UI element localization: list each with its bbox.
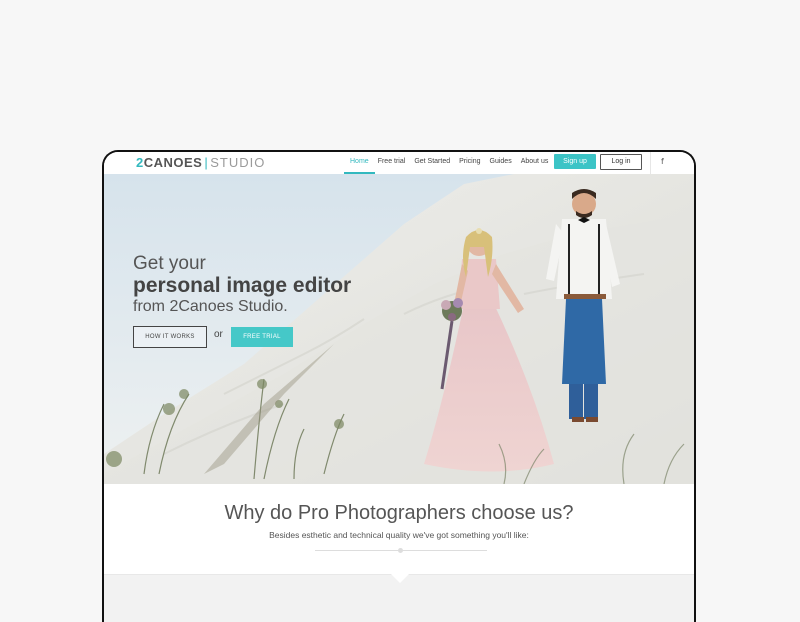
hero-line-3: from 2Canoes Studio. bbox=[133, 298, 288, 315]
how-it-works-button[interactable]: HOW IT WORKS bbox=[133, 326, 207, 348]
section-divider-dot bbox=[398, 548, 403, 553]
login-button[interactable]: Log in bbox=[600, 154, 642, 170]
logo[interactable]: 2CANOES | STUDIO bbox=[136, 155, 265, 171]
or-separator: or bbox=[214, 329, 223, 340]
hero-line-1: Get your bbox=[133, 253, 206, 274]
nav-item-get-started[interactable]: Get Started bbox=[414, 152, 450, 174]
section-subtitle: Besides esthetic and technical quality w… bbox=[269, 530, 529, 540]
nav-item-guides[interactable]: Guides bbox=[490, 152, 512, 174]
section-notch bbox=[390, 573, 410, 583]
why-us-section: Why do Pro Photographers choose us? Besi… bbox=[104, 484, 694, 574]
nav-item-about-us[interactable]: About us bbox=[521, 152, 549, 174]
logo-part-studio: STUDIO bbox=[210, 155, 266, 170]
hero-heading: Get your personal image editor from 2Can… bbox=[133, 254, 351, 317]
main-nav: Home Free trial Get Started Pricing Guid… bbox=[344, 152, 557, 174]
logo-part-canoes: CANOES bbox=[143, 155, 203, 170]
section-title: Why do Pro Photographers choose us? bbox=[224, 502, 574, 524]
free-trial-button[interactable]: FREE TRIAL bbox=[231, 327, 293, 347]
hero-banner: Get your personal image editor from 2Can… bbox=[104, 174, 694, 484]
site-header: 2CANOES | STUDIO Home Free trial Get Start… bbox=[104, 152, 694, 175]
logo-separator: | bbox=[204, 155, 209, 170]
device-frame: 2CANOES | STUDIO Home Free trial Get Start… bbox=[102, 150, 696, 622]
nav-item-home[interactable]: Home bbox=[344, 152, 375, 174]
nav-item-pricing[interactable]: Pricing bbox=[459, 152, 480, 174]
signup-button[interactable]: Sign up bbox=[554, 154, 596, 169]
facebook-icon[interactable]: f bbox=[661, 156, 664, 168]
nav-item-free-trial[interactable]: Free trial bbox=[378, 152, 406, 174]
nav-divider bbox=[650, 152, 651, 174]
hero-line-2: personal image editor bbox=[133, 274, 352, 297]
logo-part-number: 2 bbox=[136, 155, 144, 170]
